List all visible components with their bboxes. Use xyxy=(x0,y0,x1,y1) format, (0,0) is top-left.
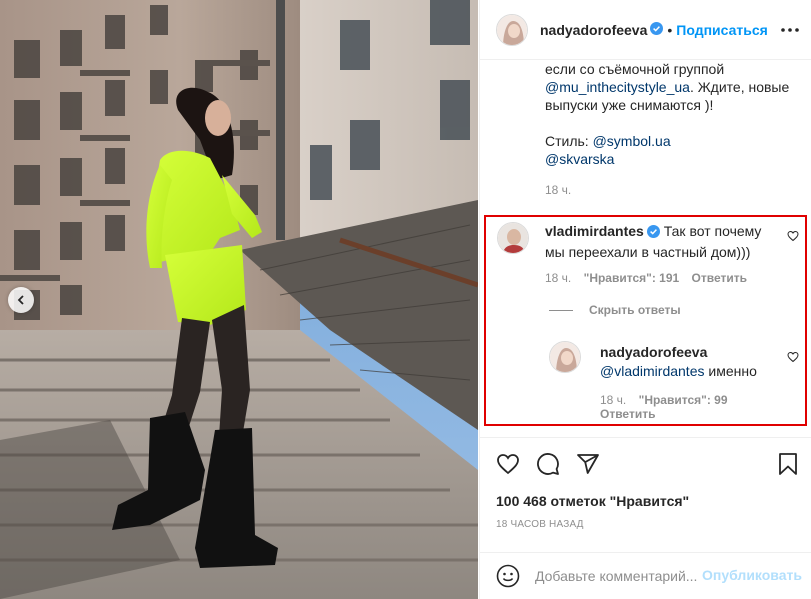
caption-text: если со съёмочной группой xyxy=(545,61,725,77)
hide-replies-button[interactable]: Скрыть ответы xyxy=(549,303,681,317)
comment-meta: 18 ч. "Нравится": 191 Ответить xyxy=(545,271,756,285)
reply-reply-button[interactable]: Ответить xyxy=(600,407,655,421)
reply-username[interactable]: nadyadorofeeva xyxy=(600,344,707,360)
commenter-avatar[interactable] xyxy=(497,222,529,254)
separator-dot: • xyxy=(667,21,673,38)
like-comment-heart-icon[interactable] xyxy=(787,229,799,245)
reply-mention-link[interactable]: @vladimirdantes xyxy=(600,363,704,379)
add-comment-bar: Опубликовать xyxy=(480,552,811,599)
comment-text: Так вот почему xyxy=(663,223,762,239)
author-avatar[interactable] xyxy=(496,13,528,46)
divider-line xyxy=(549,309,573,311)
reply-meta: 18 ч. "Нравится": 99 Ответить xyxy=(600,393,780,421)
post-photo[interactable] xyxy=(0,0,478,599)
post-actions: 100 468 отметок "Нравится" 18 часов наза… xyxy=(480,437,811,552)
reply-avatar[interactable] xyxy=(549,341,581,373)
post-timestamp[interactable]: 18 часов назад xyxy=(496,519,584,530)
reply-button[interactable]: Ответить xyxy=(692,271,747,285)
comment-icon[interactable] xyxy=(536,452,560,479)
post-image xyxy=(0,0,478,599)
previous-photo-button[interactable] xyxy=(8,287,34,313)
comment-time[interactable]: 18 ч. xyxy=(545,271,571,285)
caption-timestamp[interactable]: 18 ч. xyxy=(545,183,571,197)
verified-badge-icon xyxy=(646,224,660,243)
caption-mention-link[interactable]: @mu_inthecitystyle_ua xyxy=(545,79,690,95)
style-label: Стиль: xyxy=(545,133,593,149)
chevron-left-icon xyxy=(17,295,24,305)
hide-replies-label: Скрыть ответы xyxy=(589,303,681,317)
follow-button[interactable]: Подписаться xyxy=(676,22,768,38)
more-options-icon[interactable] xyxy=(778,18,802,42)
share-icon[interactable] xyxy=(576,452,600,479)
comment-username[interactable]: vladimirdantes xyxy=(545,223,644,239)
likes-count[interactable]: 100 468 отметок "Нравится" xyxy=(496,493,689,509)
post-sidebar: nadyadorofeeva • Подписаться если со съё… xyxy=(479,0,811,599)
comment-input[interactable] xyxy=(535,565,700,587)
style-mention-link-2[interactable]: @skvarska xyxy=(545,151,614,167)
verified-badge-icon xyxy=(650,21,664,38)
publish-button[interactable]: Опубликовать xyxy=(702,567,802,583)
emoji-icon[interactable] xyxy=(496,564,520,591)
comment-body: vladimirdantes Так вот почему мы перееха… xyxy=(545,222,785,262)
post-caption: если со съёмочной группой @mu_inthecitys… xyxy=(545,60,795,168)
like-reply-heart-icon[interactable] xyxy=(787,350,799,366)
bookmark-icon[interactable] xyxy=(776,452,800,479)
reply-body: nadyadorofeeva @vladimirdantes именно xyxy=(600,343,790,381)
style-mention-link-1[interactable]: @symbol.ua xyxy=(593,133,671,149)
reply-text: именно xyxy=(704,363,757,379)
reply-time[interactable]: 18 ч. xyxy=(600,393,626,407)
comment-text-cont: мы переехали в частный дом))) xyxy=(545,244,751,260)
comment-likes[interactable]: "Нравится": 191 xyxy=(584,271,680,285)
post-header: nadyadorofeeva • Подписаться xyxy=(480,0,811,60)
heart-icon[interactable] xyxy=(496,452,520,479)
reply-likes[interactable]: "Нравится": 99 xyxy=(639,393,728,407)
author-username[interactable]: nadyadorofeeva xyxy=(540,22,647,38)
